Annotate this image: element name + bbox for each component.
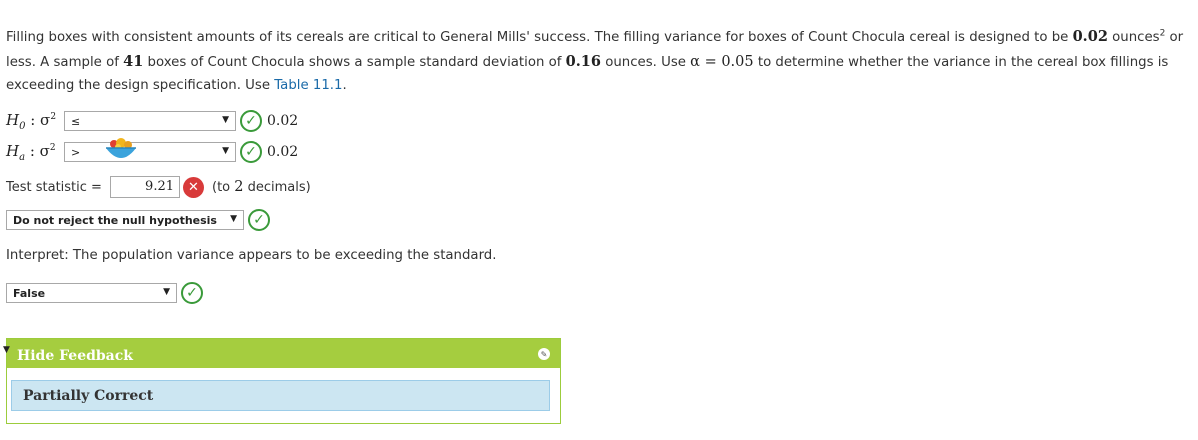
ha-row: Ha : σ2 > ▼ ✓ 0.02 — [6, 141, 298, 163]
correct-check-icon: ✓ — [240, 110, 262, 132]
truth-select[interactable]: False ▼ — [6, 283, 177, 303]
question-part: boxes of Count Chocula shows a sample st… — [143, 54, 566, 70]
h0-operator-value: ≤ — [71, 114, 81, 128]
test-statistic-row: Test statistic = 9.21 ✕ (to 2 decimals) — [6, 176, 311, 198]
chevron-down-icon: ▼ — [222, 146, 229, 156]
hide-feedback-toggle[interactable]: Hide Feedback — [17, 348, 133, 364]
truth-row: False ▼ ✓ — [6, 282, 203, 304]
cereal-bowl-icon — [106, 138, 136, 158]
test-statistic-input[interactable]: 9.21 — [110, 176, 180, 198]
feedback-message: Partially Correct — [23, 388, 154, 404]
question-part: . — [342, 78, 347, 93]
test-statistic-label: Test statistic = — [6, 179, 102, 195]
h0-value: 0.02 — [267, 113, 299, 129]
feedback-header[interactable]: ▼ Hide Feedback ✎ — [3, 339, 560, 368]
decimals-hint: (to 2 decimals) — [212, 179, 311, 195]
sample-size: 41 — [123, 52, 144, 70]
question-part: Filling boxes with consistent amounts of… — [6, 30, 1073, 45]
question-part: ounces. Use — [601, 54, 691, 70]
h0-label: H0 : σ2 — [6, 110, 57, 132]
ha-value: 0.02 — [267, 144, 299, 160]
feedback-message-box: Partially Correct — [11, 380, 550, 411]
ha-operator-select[interactable]: > ▼ — [64, 142, 236, 162]
correct-check-icon: ✓ — [181, 282, 203, 304]
chevron-down-icon: ▼ — [163, 287, 170, 297]
collapse-triangle-icon[interactable]: ▼ — [3, 345, 10, 355]
question-part: ounces — [1107, 30, 1160, 45]
truth-value: False — [13, 286, 46, 300]
sample-sd: 0.16 — [565, 52, 601, 70]
correct-check-icon: ✓ — [240, 141, 262, 163]
chevron-down-icon: ▼ — [230, 214, 237, 224]
incorrect-x-icon: ✕ — [183, 176, 204, 198]
feedback-panel: ▼ Hide Feedback ✎ Partially Correct — [3, 338, 561, 424]
interpret-row: Interpret: The population variance appea… — [6, 248, 496, 263]
design-value: 0.02 — [1072, 28, 1108, 45]
decision-select[interactable]: Do not reject the null hypothesis ▼ — [6, 210, 244, 230]
h0-row: H0 : σ2 ≤ ▼ ✓ 0.02 — [6, 110, 298, 132]
correct-check-icon: ✓ — [248, 209, 270, 231]
table-link[interactable]: Table 11.1 — [274, 78, 342, 93]
pencil-icon[interactable]: ✎ — [538, 348, 550, 360]
ha-operator-value: > — [71, 145, 81, 159]
decision-value: Do not reject the null hypothesis — [13, 213, 217, 227]
decision-row: Do not reject the null hypothesis ▼ ✓ — [6, 209, 270, 231]
ha-label: Ha : σ2 — [6, 141, 56, 163]
chevron-down-icon: ▼ — [222, 115, 229, 125]
question-text: Filling boxes with consistent amounts of… — [6, 25, 1192, 98]
alpha-expression: α = 0.05 — [690, 53, 754, 70]
interpret-text: Interpret: The population variance appea… — [6, 248, 497, 263]
h0-operator-select[interactable]: ≤ ▼ — [64, 111, 236, 131]
